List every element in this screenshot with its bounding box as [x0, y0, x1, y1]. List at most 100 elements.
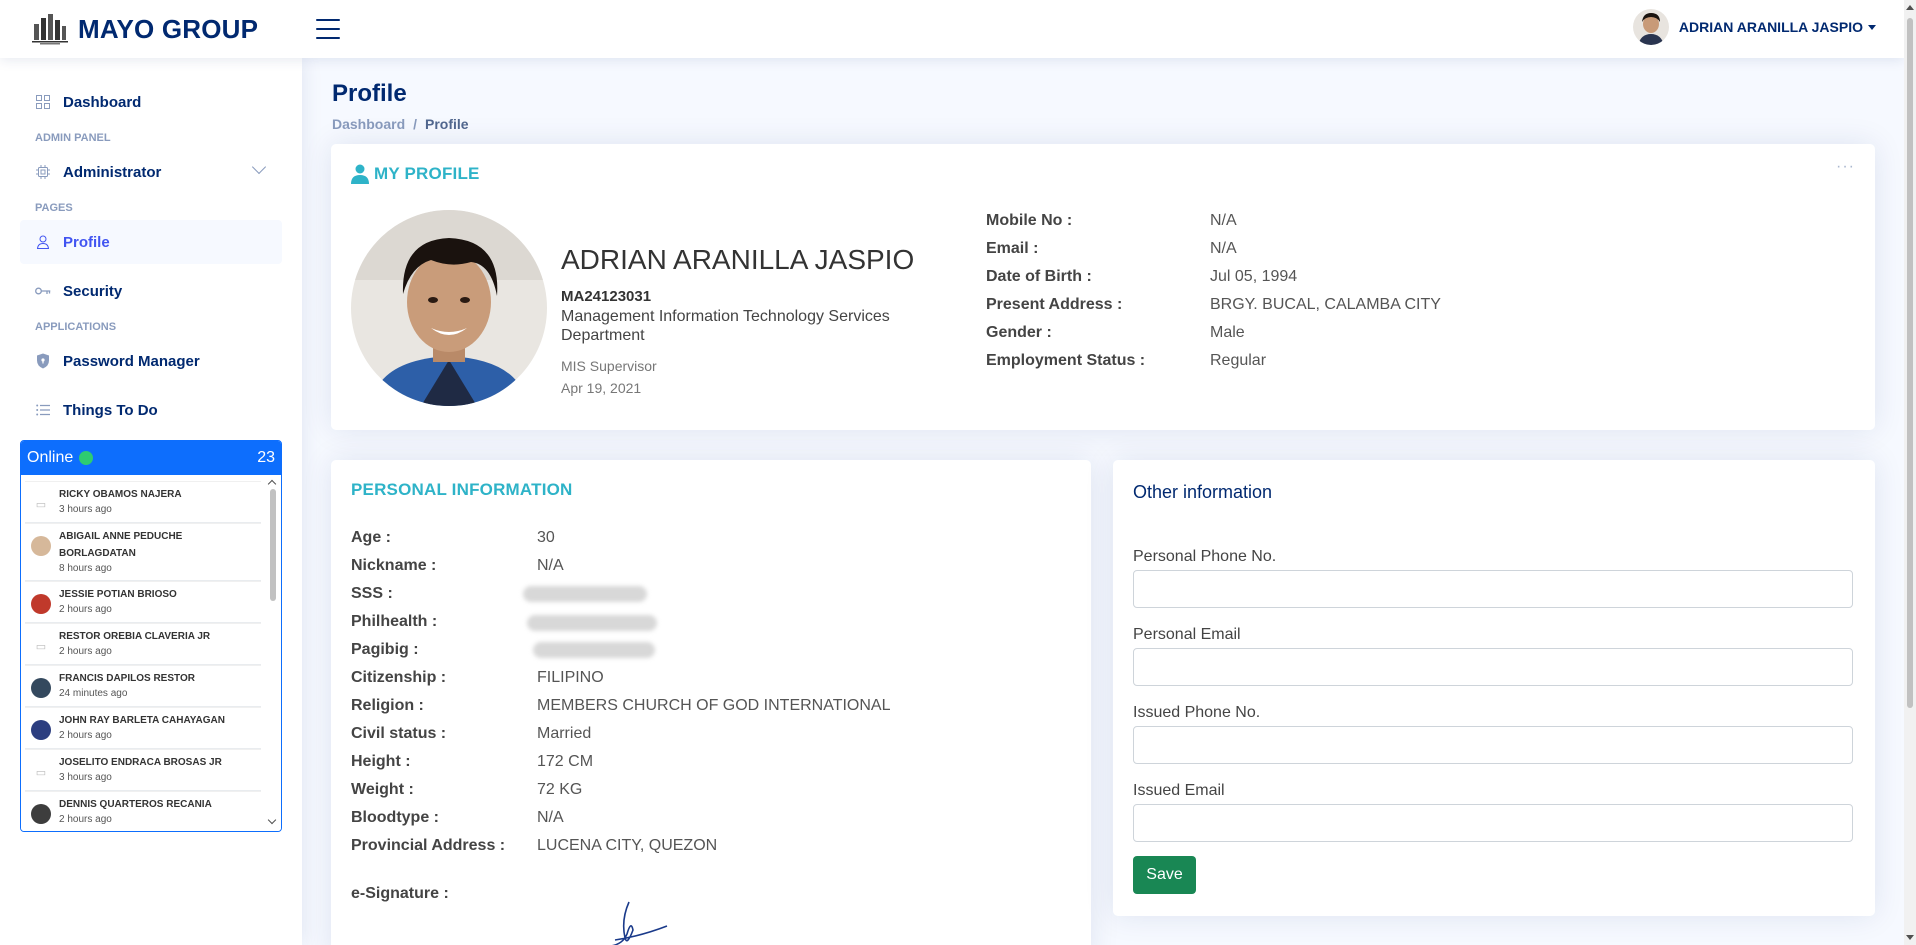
- main-content: Profile Dashboard / Profile MY PROFILE ·…: [302, 58, 1904, 945]
- sidebar-item-profile[interactable]: Profile: [20, 220, 282, 264]
- brand-logo[interactable]: MAYO GROUP: [30, 12, 300, 46]
- signature-label: e-Signature :: [351, 885, 449, 902]
- avatar: [31, 678, 51, 698]
- personal-row: Nickname : N/A: [351, 552, 564, 580]
- online-label: Online: [27, 449, 74, 466]
- personal-row: Provincial Address : LUCENA CITY, QUEZON: [351, 832, 717, 860]
- online-user-name: FRANCIS DAPILOS RESTOR: [59, 673, 195, 684]
- personal-label: Religion :: [351, 697, 424, 714]
- detail-row: Mobile No : N/A: [986, 207, 1237, 235]
- online-user-time: 2 hours ago: [59, 730, 112, 741]
- redacted-pagibig: [533, 642, 655, 658]
- top-header: MAYO GROUP ADRIAN ARANILLA JASPIO: [0, 0, 1904, 58]
- chevron-down-icon[interactable]: [267, 815, 277, 825]
- personal-label: Bloodtype :: [351, 809, 439, 826]
- personal-row: Religion : MEMBERS CHURCH OF GOD INTERNAT…: [351, 692, 891, 720]
- scroll-up-icon[interactable]: [1906, 5, 1914, 10]
- other-info-title: Other information: [1133, 482, 1273, 502]
- list-item[interactable]: ▭ RICKY OBAMOS NAJERA 3 hours ago: [25, 481, 261, 523]
- hire-date: Apr 19, 2021: [561, 380, 642, 396]
- list-item[interactable]: ▭ RESTOR OREBIA CLAVERIA JR 2 hours ago: [25, 623, 261, 665]
- issued-phone-label: Issued Phone No.: [1133, 704, 1261, 721]
- online-user-name: JOHN RAY BARLETA CAHAYAGAN: [59, 715, 225, 726]
- list-item[interactable]: ▭ JOSELITO ENDRACA BROSAS JR 3 hours ago: [25, 749, 261, 791]
- list-item[interactable]: JOHN RAY BARLETA CAHAYAGAN 2 hours ago: [25, 707, 261, 749]
- detail-value: Regular: [1210, 352, 1267, 369]
- personal-value: 30: [537, 529, 555, 546]
- sidebar-item-things-to-do[interactable]: Things To Do: [20, 388, 282, 432]
- personal-row: Civil status : Married: [351, 720, 591, 748]
- online-user-time: 3 hours ago: [59, 772, 112, 783]
- list-item[interactable]: JESSIE POTIAN BRIOSO 2 hours ago: [25, 581, 261, 623]
- list-item[interactable]: DENNIS QUARTEROS RECANIA 2 hours ago: [25, 791, 261, 831]
- e-signature: [611, 901, 668, 945]
- more-options-icon[interactable]: ···: [1836, 158, 1855, 176]
- user-name: ADRIAN ARANILLA JASPIO: [1678, 19, 1863, 35]
- personal-value: FILIPINO: [537, 669, 604, 686]
- cpu-icon: [35, 164, 51, 180]
- personal-phone-label: Personal Phone No.: [1133, 548, 1277, 565]
- detail-value: Jul 05, 1994: [1210, 268, 1298, 285]
- online-user-name: JESSIE POTIAN BRIOSO: [59, 589, 177, 600]
- detail-label: Present Address :: [986, 296, 1123, 313]
- detail-value: N/A: [1210, 212, 1237, 229]
- breadcrumb-dashboard-link[interactable]: Dashboard: [332, 116, 405, 132]
- list-icon: [35, 402, 51, 418]
- chevron-up-icon[interactable]: [267, 479, 277, 489]
- profile-full-name: ADRIAN ARANILLA JASPIO: [561, 244, 915, 275]
- detail-value: N/A: [1210, 240, 1237, 257]
- detail-value: Male: [1210, 324, 1245, 341]
- redacted-philhealth: [527, 615, 657, 631]
- person-icon: [351, 164, 369, 184]
- online-user-time: 3 hours ago: [59, 504, 112, 515]
- brand-name: MAYO GROUP: [78, 13, 259, 44]
- list-item[interactable]: FRANCIS DAPILOS RESTOR 24 minutes ago: [25, 665, 261, 707]
- detail-row: Employment Status : Regular: [986, 347, 1266, 375]
- scrollbar-thumb[interactable]: [1907, 18, 1913, 708]
- sidebar-item-administrator[interactable]: Administrator: [20, 150, 282, 194]
- personal-value: Married: [537, 725, 592, 742]
- personal-value: N/A: [537, 809, 564, 826]
- save-button[interactable]: Save: [1133, 856, 1196, 894]
- online-count: 23: [257, 449, 275, 466]
- menu-toggle-icon[interactable]: [316, 19, 340, 39]
- scroll-down-icon[interactable]: [1906, 935, 1914, 940]
- key-icon: [35, 283, 51, 299]
- person-icon: [35, 234, 51, 250]
- detail-label: Date of Birth :: [986, 268, 1092, 285]
- issued-email-input[interactable]: [1133, 804, 1853, 842]
- profile-photo: [351, 210, 547, 406]
- signature-row: e-Signature :: [351, 880, 449, 908]
- avatar: [31, 594, 51, 614]
- redacted-sss: [523, 586, 647, 602]
- employee-id: MA24123031: [561, 288, 652, 305]
- breadcrumb-separator: /: [413, 116, 418, 132]
- sidebar-item-label: Dashboard: [63, 93, 142, 111]
- personal-value: LUCENA CITY, QUEZON: [537, 837, 718, 854]
- online-user-name: RESTOR OREBIA CLAVERIA JR: [59, 631, 211, 642]
- page-title: Profile: [332, 80, 407, 107]
- online-user-list[interactable]: ▭ RICKY OBAMOS NAJERA 3 hours ago ABIGAIL…: [21, 475, 281, 831]
- user-menu[interactable]: ADRIAN ARANILLA JASPIO: [1632, 9, 1876, 45]
- detail-row: Email : N/A: [986, 235, 1237, 263]
- personal-row: Age : 30: [351, 524, 555, 552]
- issued-phone-input[interactable]: [1133, 726, 1853, 764]
- sidebar-item-security[interactable]: Security: [20, 269, 282, 313]
- personal-value: 172 CM: [537, 753, 594, 770]
- other-info-card: Other information Personal Phone No. Per…: [1113, 460, 1875, 916]
- personal-phone-input[interactable]: [1133, 570, 1853, 608]
- sidebar-item-password-manager[interactable]: Password Manager: [20, 339, 282, 383]
- online-list-scrollbar[interactable]: [267, 475, 279, 831]
- personal-email-input[interactable]: [1133, 648, 1853, 686]
- avatar: [31, 804, 51, 824]
- personal-info-card: PERSONAL INFORMATION Age :30 Nickname :N…: [331, 460, 1091, 945]
- page-scrollbar[interactable]: [1904, 0, 1916, 945]
- avatar-placeholder-icon: ▭: [35, 640, 47, 653]
- personal-label: Height :: [351, 753, 411, 770]
- scrollbar-thumb[interactable]: [270, 489, 276, 601]
- online-users-panel: Online 23 ▭ RICKY OBAMOS NAJERA 3 hours a…: [20, 440, 282, 832]
- list-item[interactable]: ABIGAIL ANNE PEDUCHE BORLAGDATAN 8 hours …: [25, 523, 261, 581]
- sidebar-item-dashboard[interactable]: Dashboard: [20, 80, 282, 124]
- personal-row: Bloodtype : N/A: [351, 804, 564, 832]
- sidebar-item-label: Administrator: [63, 163, 162, 181]
